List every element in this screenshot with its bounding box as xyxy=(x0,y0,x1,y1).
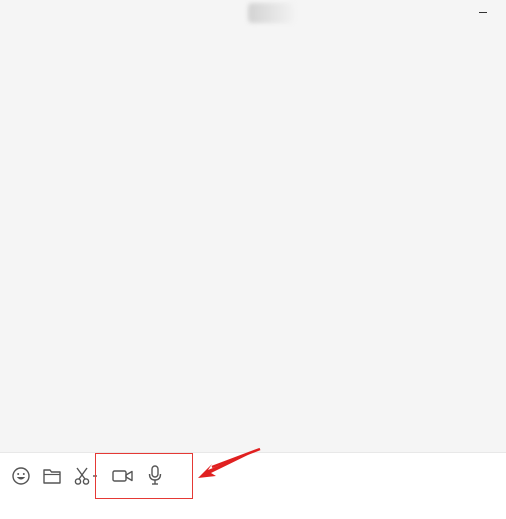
screenshot-options-caret[interactable] xyxy=(93,475,97,477)
screenshot-scissors-icon xyxy=(74,467,90,485)
video-call-icon xyxy=(112,470,133,482)
send-file-button[interactable] xyxy=(41,465,63,487)
voice-call-icon xyxy=(148,465,162,485)
title-bar xyxy=(0,0,506,30)
folder-icon xyxy=(43,469,61,484)
emoji-icon xyxy=(12,467,30,485)
screenshot-button[interactable] xyxy=(71,465,93,487)
voice-call-button[interactable] xyxy=(144,464,166,486)
video-call-button[interactable] xyxy=(110,465,136,487)
chat-title-blurred xyxy=(248,3,294,23)
minimize-icon xyxy=(479,11,487,13)
emoji-button[interactable] xyxy=(10,465,32,487)
chat-message-area[interactable] xyxy=(0,30,506,452)
minimize-button[interactable] xyxy=(474,4,492,20)
